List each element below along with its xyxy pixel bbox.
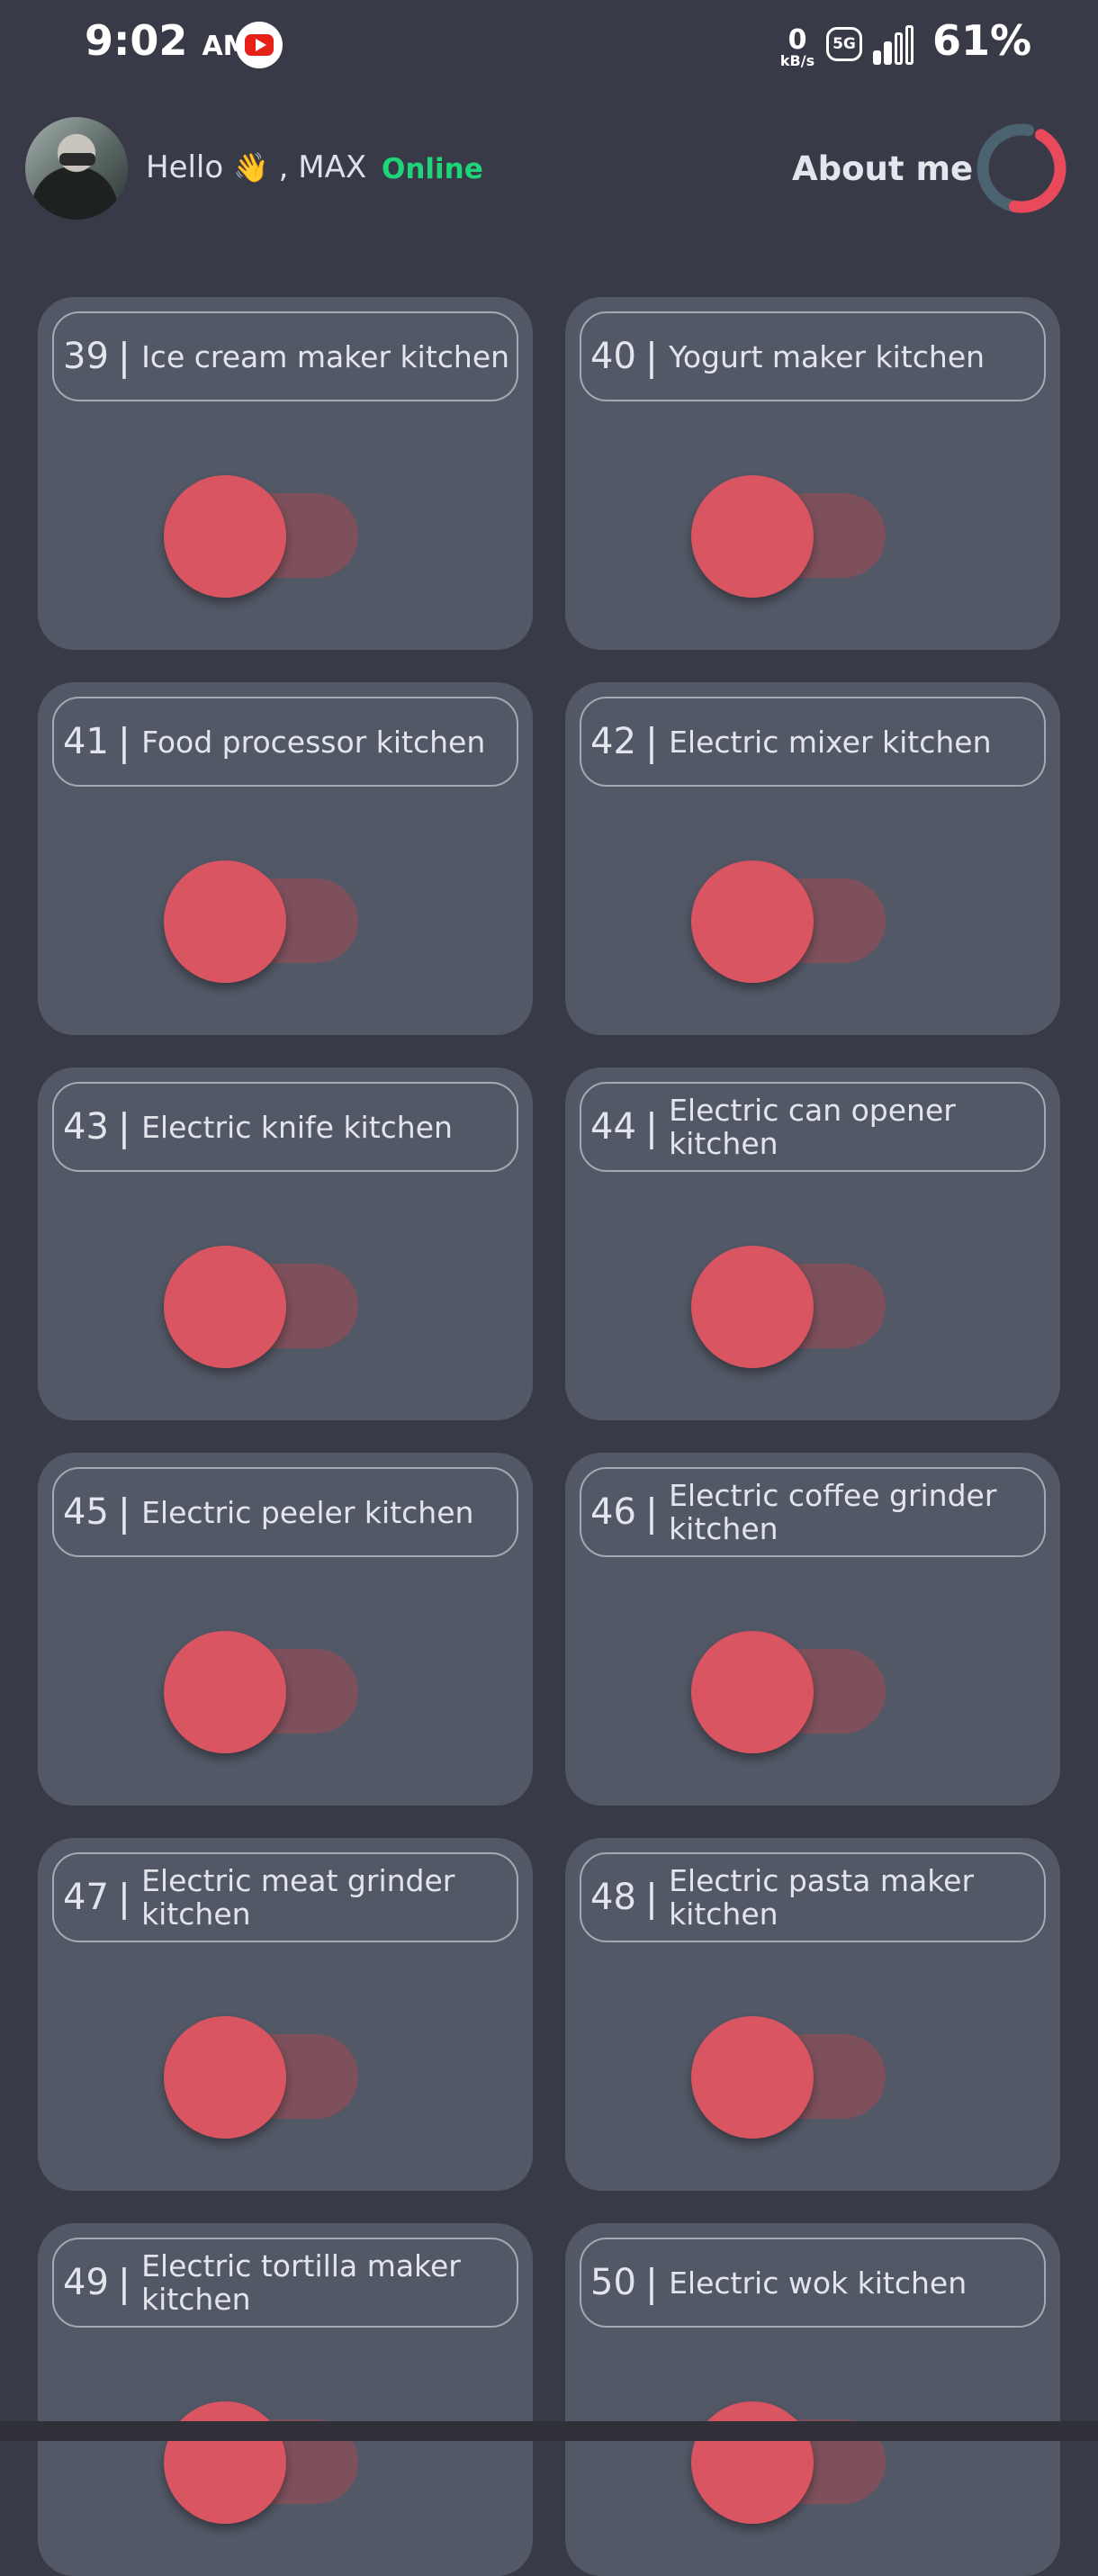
device-label: 41 | Food processor kitchen: [52, 697, 518, 787]
device-label: 45 | Electric peeler kitchen: [52, 1467, 518, 1557]
device-name: Electric coffee grinder kitchen: [669, 1478, 997, 1546]
device-toggle[interactable]: [691, 2400, 889, 2526]
device-toggle[interactable]: [691, 2014, 889, 2140]
separator: |: [644, 1490, 659, 1535]
network-speed: 0 kB/s: [779, 24, 815, 69]
toggle-knob: [691, 860, 814, 983]
device-label: 46 | Electric coffee grinder kitchen: [580, 1467, 1046, 1557]
device-toggle[interactable]: [164, 1244, 362, 1370]
device-number: 46: [590, 1491, 636, 1533]
device-toggle[interactable]: [164, 2014, 362, 2140]
device-label: 43 | Electric knife kitchen: [52, 1082, 518, 1172]
device-number: 41: [63, 721, 109, 762]
device-label: 44 | Electric can opener kitchen: [580, 1082, 1046, 1172]
separator: |: [117, 1490, 131, 1535]
separator: |: [644, 334, 659, 379]
device-card: 50 | Electric wok kitchen: [565, 2223, 1060, 2576]
youtube-icon: [236, 22, 283, 68]
device-name: Electric knife kitchen: [141, 1109, 453, 1145]
device-card: 48 | Electric pasta maker kitchen: [565, 1838, 1060, 2191]
device-card: 47 | Electric meat grinder kitchen: [38, 1838, 533, 2191]
device-toggle[interactable]: [691, 1629, 889, 1755]
5g-icon: 5G: [826, 27, 862, 61]
device-name: Food processor kitchen: [141, 724, 486, 760]
device-name: Electric can opener kitchen: [669, 1093, 956, 1161]
device-number: 44: [590, 1106, 636, 1148]
toggle-knob: [164, 475, 286, 598]
device-label: 47 | Electric meat grinder kitchen: [52, 1852, 518, 1942]
device-label: 39 | Ice cream maker kitchen: [52, 311, 518, 401]
device-label: 42 | Electric mixer kitchen: [580, 697, 1046, 787]
device-name: Electric mixer kitchen: [669, 724, 992, 760]
separator: |: [644, 2260, 659, 2305]
device-number: 42: [590, 721, 636, 762]
device-toggle[interactable]: [691, 1244, 889, 1370]
device-name: Electric meat grinder kitchen: [141, 1863, 455, 1932]
avatar[interactable]: [25, 117, 128, 220]
bottom-edge: [0, 2421, 1098, 2441]
wave-icon: 👋: [233, 150, 269, 185]
separator: |: [117, 1875, 131, 1920]
separator: |: [117, 719, 131, 764]
toggle-knob: [164, 2016, 286, 2139]
device-toggle[interactable]: [164, 2400, 362, 2526]
device-card: 42 | Electric mixer kitchen: [565, 682, 1060, 1035]
greeting-text: Hello 👋 , MAX: [146, 149, 367, 185]
status-time: 9:02 AM: [85, 16, 250, 65]
online-status: Online: [382, 153, 483, 185]
signal-icon: [873, 25, 914, 65]
device-label: 50 | Electric wok kitchen: [580, 2238, 1046, 2328]
toggle-knob: [691, 1631, 814, 1753]
device-number: 50: [590, 2262, 636, 2303]
device-card: 43 | Electric knife kitchen: [38, 1067, 533, 1420]
toggle-knob: [164, 860, 286, 983]
device-name: Electric wok kitchen: [669, 2265, 968, 2301]
separator: |: [117, 2260, 131, 2305]
device-card: 39 | Ice cream maker kitchen: [38, 297, 533, 650]
toggle-knob: [691, 2016, 814, 2139]
status-bar: 9:02 AM 0 kB/s 5G 61%: [0, 0, 1098, 90]
device-name: Ice cream maker kitchen: [141, 338, 510, 374]
device-name: Electric pasta maker kitchen: [669, 1863, 975, 1932]
device-card: 46 | Electric coffee grinder kitchen: [565, 1453, 1060, 1806]
device-card: 44 | Electric can opener kitchen: [565, 1067, 1060, 1420]
toggle-knob: [691, 475, 814, 598]
device-label: 49 | Electric tortilla maker kitchen: [52, 2238, 518, 2328]
separator: |: [117, 334, 131, 379]
toggle-knob: [164, 2401, 286, 2524]
device-card: 40 | Yogurt maker kitchen: [565, 297, 1060, 650]
loading-spinner-icon: [976, 123, 1066, 213]
device-card: 41 | Food processor kitchen: [38, 682, 533, 1035]
device-label: 48 | Electric pasta maker kitchen: [580, 1852, 1046, 1942]
device-card: 49 | Electric tortilla maker kitchen: [38, 2223, 533, 2576]
device-toggle[interactable]: [164, 473, 362, 599]
device-label: 40 | Yogurt maker kitchen: [580, 311, 1046, 401]
device-number: 40: [590, 336, 636, 377]
about-me-button[interactable]: About me: [792, 149, 973, 188]
separator: |: [644, 719, 659, 764]
toggle-knob: [164, 1631, 286, 1753]
device-toggle[interactable]: [691, 473, 889, 599]
device-name: Electric tortilla maker kitchen: [141, 2248, 461, 2317]
toggle-knob: [691, 1246, 814, 1368]
device-number: 39: [63, 336, 109, 377]
device-name: Yogurt maker kitchen: [669, 338, 986, 374]
device-toggle[interactable]: [691, 859, 889, 985]
device-number: 43: [63, 1106, 109, 1148]
toggle-knob: [691, 2401, 814, 2524]
device-toggle[interactable]: [164, 859, 362, 985]
toggle-knob: [164, 1246, 286, 1368]
device-number: 49: [63, 2262, 109, 2303]
separator: |: [117, 1104, 131, 1149]
device-number: 47: [63, 1877, 109, 1918]
device-toggle[interactable]: [164, 1629, 362, 1755]
battery-level: 61%: [932, 16, 1032, 65]
separator: |: [644, 1875, 659, 1920]
device-card: 45 | Electric peeler kitchen: [38, 1453, 533, 1806]
device-number: 45: [63, 1491, 109, 1533]
separator: |: [644, 1104, 659, 1149]
device-number: 48: [590, 1877, 636, 1918]
device-name: Electric peeler kitchen: [141, 1494, 474, 1530]
